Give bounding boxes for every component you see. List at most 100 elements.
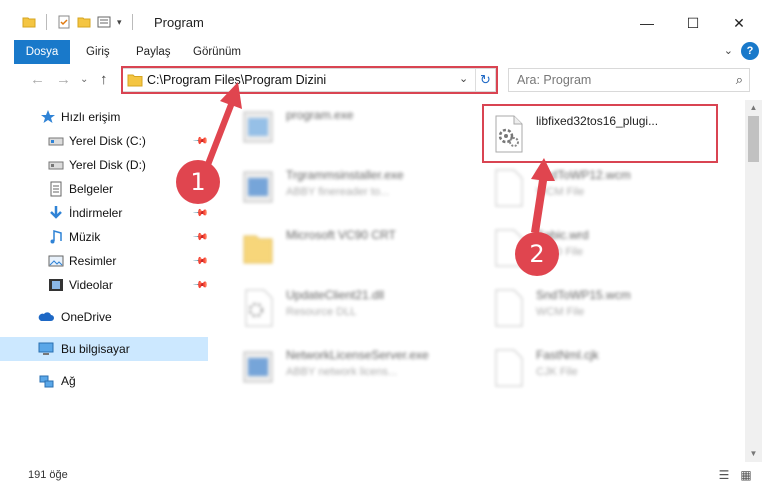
generic-file-icon bbox=[495, 289, 523, 327]
star-icon bbox=[41, 110, 55, 123]
pin-icon[interactable]: 📌 bbox=[192, 229, 209, 246]
sidebar-item-videos[interactable]: Videolar 📌 bbox=[0, 273, 209, 297]
recent-locations-chevron-icon[interactable]: ⌄ bbox=[80, 74, 88, 85]
exe-file-icon bbox=[243, 171, 273, 203]
music-icon bbox=[50, 230, 62, 244]
file-name: NetworkLicenseServer.exe bbox=[286, 348, 429, 362]
file-item-vc90-crt[interactable]: Microsoft VC90 CRT bbox=[228, 220, 460, 276]
maximize-button[interactable]: ☐ bbox=[670, 9, 716, 37]
file-item-sndtowp12[interactable]: SndToWP12.wcm WCM File bbox=[478, 160, 710, 216]
close-button[interactable]: ✕ bbox=[716, 9, 762, 37]
quick-access-toolbar: ▾ bbox=[22, 14, 137, 30]
tab-view[interactable]: Görünüm bbox=[193, 40, 241, 64]
item-count: 191 öğe bbox=[28, 469, 68, 481]
file-item-installer-exe[interactable]: Trgrammsinstaller.exe ABBY finereader to… bbox=[228, 160, 460, 216]
search-box[interactable]: Ara: Program ⌕ bbox=[508, 68, 750, 92]
file-item-program-exe[interactable]: program.exe bbox=[228, 100, 460, 156]
dll-file-icon bbox=[245, 289, 273, 327]
view-options-icon[interactable] bbox=[97, 15, 111, 29]
sidebar-item-label: Yerel Disk (D:) bbox=[69, 158, 146, 172]
sidebar-item-label: Resimler bbox=[69, 254, 117, 268]
vertical-scrollbar[interactable]: ▲ ▼ bbox=[745, 100, 762, 462]
help-button[interactable]: ? bbox=[741, 42, 759, 60]
scroll-down-arrow-icon[interactable]: ▼ bbox=[745, 446, 762, 462]
scroll-up-arrow-icon[interactable]: ▲ bbox=[745, 100, 762, 116]
download-icon bbox=[50, 206, 62, 219]
sidebar-item-quick-access[interactable]: Hızlı erişim bbox=[0, 105, 208, 129]
minimize-button[interactable]: — bbox=[624, 9, 670, 37]
file-description: CJK File bbox=[536, 366, 578, 378]
file-name: FastNml.cjk bbox=[536, 348, 599, 362]
sidebar-item-label: Belgeler bbox=[69, 182, 114, 196]
exe-file-icon bbox=[243, 111, 273, 143]
file-name: SndToWP12.wcm bbox=[536, 168, 631, 182]
folder-icon[interactable] bbox=[22, 15, 36, 29]
pictures-icon bbox=[48, 255, 64, 267]
title-bar: ▾ Program — ☐ ✕ bbox=[0, 0, 769, 40]
videos-icon bbox=[49, 279, 63, 291]
file-item-fastnml-cjk[interactable]: FastNml.cjk CJK File bbox=[478, 340, 710, 396]
pin-icon[interactable]: 📌 bbox=[192, 277, 209, 294]
file-description: Resource DLL bbox=[286, 306, 357, 318]
sidebar-item-label: Ağ bbox=[61, 374, 76, 388]
generic-file-icon bbox=[495, 169, 523, 207]
expand-ribbon-chevron-icon[interactable]: ⌄ bbox=[724, 44, 733, 57]
search-icon: ⌕ bbox=[735, 72, 743, 87]
drive-icon bbox=[48, 137, 64, 146]
properties-icon[interactable] bbox=[57, 15, 71, 29]
forward-button[interactable]: → bbox=[56, 71, 71, 88]
generic-file-icon bbox=[495, 349, 523, 387]
tab-home[interactable]: Giriş bbox=[86, 40, 110, 64]
customize-toolbar-chevron-icon[interactable]: ▾ bbox=[117, 17, 122, 28]
drive-icon bbox=[48, 161, 64, 170]
window-title: Program bbox=[154, 15, 204, 30]
scroll-thumb[interactable] bbox=[748, 116, 759, 162]
pin-icon[interactable]: 📌 bbox=[192, 133, 209, 150]
up-button[interactable]: ↑ bbox=[100, 71, 108, 88]
sidebar-item-label: İndirmeler bbox=[69, 206, 123, 220]
file-item-sndtowp15[interactable]: SndToWP15.wcm WCM File bbox=[478, 280, 710, 336]
large-icons-view-icon[interactable]: ▦ bbox=[738, 468, 754, 484]
navigation-pane: Hızlı erişim Yerel Disk (C:) 📌 Yerel Dis… bbox=[0, 100, 210, 460]
network-icon bbox=[39, 375, 54, 388]
back-button[interactable]: ← bbox=[30, 71, 45, 88]
sidebar-item-music[interactable]: Müzik 📌 bbox=[0, 225, 209, 249]
sidebar-item-label: Bu bilgisayar bbox=[61, 342, 130, 356]
step-1-badge: 1 bbox=[176, 160, 220, 204]
computer-icon bbox=[38, 342, 54, 355]
file-item-sabic-wrd[interactable]: Sabic.wrd WRD File bbox=[478, 220, 710, 276]
file-name: UpdateClient21.dll bbox=[286, 288, 385, 302]
file-highlight bbox=[482, 104, 718, 163]
toolbar-separator bbox=[46, 14, 47, 30]
sidebar-item-label: Yerel Disk (C:) bbox=[69, 134, 146, 148]
file-name: Microsoft VC90 CRT bbox=[286, 228, 396, 242]
tab-share[interactable]: Paylaş bbox=[136, 40, 171, 64]
sidebar-item-downloads[interactable]: İndirmeler 📌 bbox=[0, 201, 209, 225]
sidebar-item-label: Müzik bbox=[69, 230, 101, 244]
sidebar-item-this-pc[interactable]: Bu bilgisayar bbox=[0, 337, 208, 361]
toolbar-separator bbox=[131, 14, 133, 30]
sidebar-item-label: Videolar bbox=[69, 278, 113, 292]
documents-icon bbox=[50, 181, 62, 197]
folder-icon bbox=[243, 235, 273, 264]
sidebar-item-network[interactable]: Ağ bbox=[0, 369, 208, 393]
new-folder-icon[interactable] bbox=[77, 15, 91, 29]
search-input[interactable]: Ara: Program bbox=[517, 73, 591, 87]
file-name: SndToWP15.wcm bbox=[536, 288, 631, 302]
file-description: ABBY finereader to... bbox=[286, 186, 390, 198]
details-view-icon[interactable]: ☰ bbox=[716, 468, 732, 484]
sidebar-item-local-disk-c[interactable]: Yerel Disk (C:) 📌 bbox=[0, 129, 209, 153]
ribbon-tabs: Dosya Giriş Paylaş Görünüm ⌄ ? bbox=[0, 40, 769, 64]
sidebar-item-label: Hızlı erişim bbox=[61, 110, 121, 124]
pin-icon[interactable]: 📌 bbox=[192, 205, 209, 222]
file-item-updateclient21[interactable]: UpdateClient21.dll Resource DLL bbox=[228, 280, 460, 336]
sidebar-item-label: OneDrive bbox=[61, 310, 112, 324]
tab-file[interactable]: Dosya bbox=[14, 40, 70, 64]
file-description: WCM File bbox=[536, 306, 585, 318]
sidebar-item-onedrive[interactable]: OneDrive bbox=[0, 305, 208, 329]
status-bar: 191 öğe ☰ ▦ bbox=[0, 464, 769, 488]
sidebar-item-pictures[interactable]: Resimler 📌 bbox=[0, 249, 209, 273]
file-item-networklicenseserver[interactable]: NetworkLicenseServer.exe ABBY network li… bbox=[228, 340, 460, 396]
file-name: program.exe bbox=[286, 108, 354, 122]
pin-icon[interactable]: 📌 bbox=[192, 253, 209, 270]
